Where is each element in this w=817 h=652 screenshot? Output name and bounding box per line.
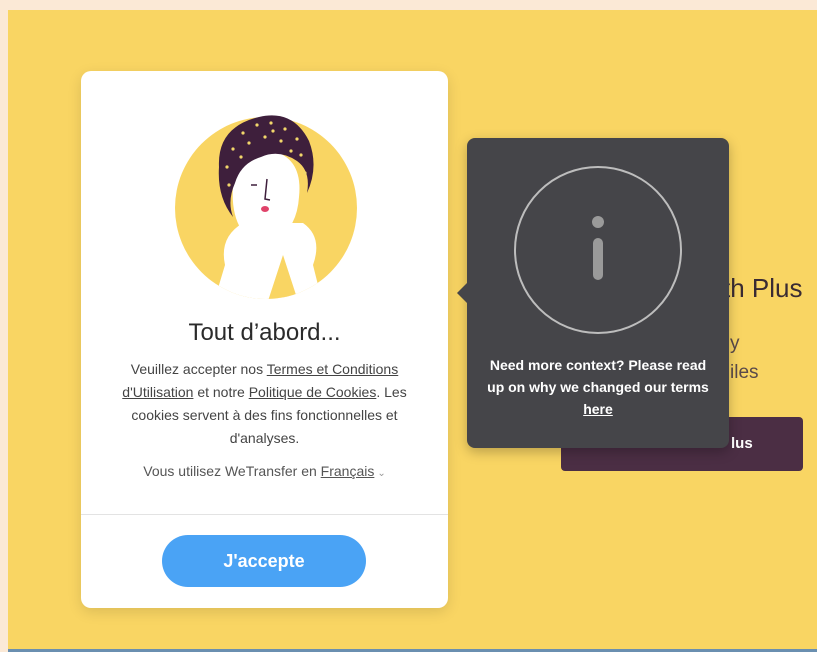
card-title: Tout d’abord...: [188, 319, 341, 346]
tooltip-message: Need more context? Please read up on why…: [483, 354, 713, 420]
info-tooltip: Need more context? Please read up on why…: [457, 138, 729, 448]
promo-text-line: y: [730, 333, 740, 354]
divider: [81, 514, 448, 515]
language-prefix: Vous utilisez WeTransfer en: [143, 463, 321, 479]
avatar: [175, 115, 357, 299]
consent-text-part: et notre: [193, 384, 249, 400]
terms-consent-card: Tout d’abord... Veuillez accepter nos Te…: [81, 71, 448, 608]
promo-title: th Plus: [723, 273, 803, 303]
tooltip-text: Need more context? Please read up on why…: [487, 357, 709, 395]
terms-change-link[interactable]: here: [583, 401, 613, 417]
language-selector: Vous utilisez WeTransfer en Français ⌄: [81, 463, 448, 479]
chevron-down-icon[interactable]: ⌄: [377, 468, 385, 479]
accept-button[interactable]: J'accepte: [162, 535, 366, 587]
consent-text: Veuillez accepter nos Termes et Conditio…: [105, 358, 424, 450]
info-icon: [514, 166, 682, 334]
cookie-policy-link[interactable]: Politique de Cookies: [249, 384, 377, 400]
language-dropdown[interactable]: Français: [321, 463, 375, 479]
promo-text-line: iles: [730, 362, 759, 383]
consent-text-part: Veuillez accepter nos: [130, 361, 267, 377]
tooltip-arrow: [457, 283, 467, 303]
